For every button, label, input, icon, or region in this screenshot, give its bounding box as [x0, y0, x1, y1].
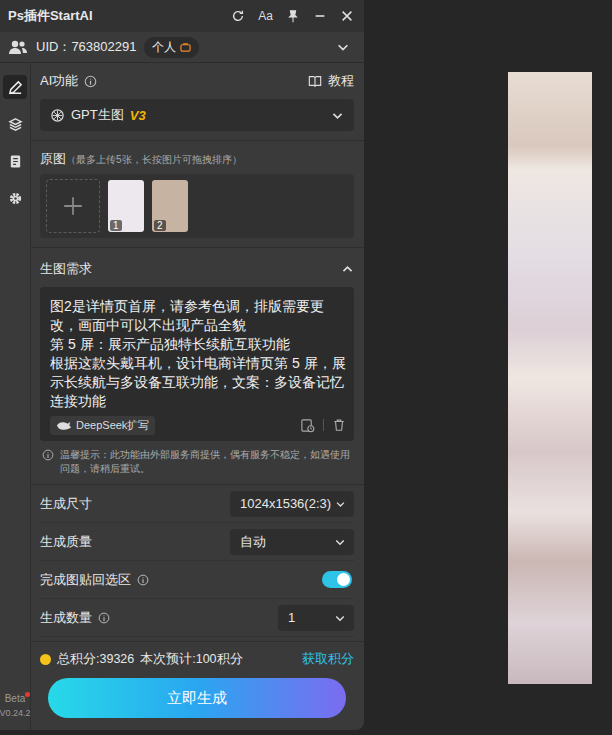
user-id: UID：763802291 — [36, 38, 136, 56]
setting-select[interactable]: 自动 — [230, 529, 354, 555]
sidebar-item[interactable] — [3, 149, 27, 173]
select-value: 1024x1536(2:3) — [240, 496, 331, 511]
info-icon — [42, 449, 54, 461]
coin-icon — [40, 654, 51, 665]
prompt-label: 生图需求 — [40, 260, 92, 278]
estimated-points: 本次预计:100积分 — [140, 651, 242, 668]
setting-row: 生成尺寸 1024x1536(2:3) — [40, 485, 354, 523]
pen-icon — [8, 80, 23, 95]
version-label: V0.24.2 — [0, 708, 31, 718]
pin-icon[interactable] — [286, 9, 300, 23]
setting-row: 完成图贴回选区 — [40, 561, 354, 599]
setting-row: 生成数量 1 — [40, 599, 354, 637]
setting-select[interactable]: 1024x1536(2:3) — [230, 491, 354, 517]
chevron-down-icon — [331, 109, 344, 122]
image-index: 1 — [110, 220, 122, 231]
notice-text: 温馨提示：此功能由外部服务商提供，偶有服务不稳定，如遇使用问题，请稍后重试。 — [60, 448, 354, 476]
font-size-button[interactable]: Aa — [258, 9, 273, 23]
prompt-toolbar: DeepSeek扩写 — [50, 413, 346, 437]
image-thumbnail[interactable]: 2 — [152, 180, 188, 232]
gear-icon — [8, 191, 23, 206]
plugin-panel: Ps插件StartAI Aa UID：763802291 个人 Beta V0.… — [0, 0, 364, 730]
canvas-area — [364, 0, 612, 735]
model-version: V3 — [130, 108, 146, 123]
users-icon — [8, 39, 28, 55]
setting-row: 生成质量 自动 — [40, 523, 354, 561]
document-icon — [8, 154, 23, 169]
generate-button[interactable]: 立即生成 — [48, 678, 346, 718]
refresh-icon[interactable] — [231, 9, 245, 23]
panel-body: Beta V0.24.2 AI功能 教程 GPT生图 V3 原图（最多上传5张，… — [0, 63, 364, 730]
window-title: Ps插件StartAI — [8, 7, 231, 25]
main-area: AI功能 教程 GPT生图 V3 原图（最多上传5张，长按图片可拖拽排序） 12… — [31, 63, 364, 730]
divider — [31, 140, 364, 141]
add-image-button[interactable] — [46, 179, 100, 233]
whale-icon — [56, 420, 72, 431]
beta-label: Beta — [5, 693, 26, 704]
trash-icon[interactable] — [332, 418, 346, 432]
chevron-down-icon[interactable] — [336, 40, 350, 54]
setting-select[interactable]: 1 — [278, 605, 354, 631]
sidebar-item[interactable] — [3, 75, 27, 99]
image-thumbnail[interactable]: 1 — [108, 180, 144, 232]
info-icon[interactable] — [137, 574, 149, 586]
sidebar: Beta V0.24.2 — [0, 63, 31, 730]
model-select[interactable]: GPT生图 V3 — [40, 99, 354, 131]
version-info: Beta V0.24.2 — [0, 693, 31, 730]
layers-icon — [8, 117, 23, 132]
divider — [31, 247, 364, 248]
window-controls: Aa — [231, 9, 354, 23]
get-points-link[interactable]: 获取积分 — [302, 650, 354, 668]
info-icon[interactable] — [98, 612, 110, 624]
model-name: GPT生图 — [71, 106, 124, 124]
footer: 总积分:39326 本次预计:100积分 获取积分 立即生成 — [31, 641, 364, 730]
history-icon[interactable] — [300, 418, 315, 433]
prompt-header[interactable]: 生图需求 — [40, 257, 354, 281]
plan-badge[interactable]: 个人 — [144, 37, 199, 58]
sidebar-item[interactable] — [3, 112, 27, 136]
select-value: 1 — [288, 610, 295, 625]
info-icon[interactable] — [84, 75, 97, 88]
chevron-up-icon — [341, 263, 354, 276]
title-bar: Ps插件StartAI Aa — [0, 0, 364, 32]
plan-icon — [180, 42, 191, 53]
prompt-input[interactable]: 图2是详情页首屏，请参考色调，排版需要更改，画面中可以不出现产品全貌 第 5 屏… — [40, 287, 354, 441]
toggle-switch[interactable] — [322, 571, 352, 588]
ai-icon — [50, 108, 65, 123]
update-dot — [25, 692, 30, 697]
prompt-text: 图2是详情页首屏，请参考色调，排版需要更改，画面中可以不出现产品全貌 第 5 屏… — [50, 297, 346, 411]
sidebar-item[interactable] — [3, 186, 27, 210]
notice: 温馨提示：此功能由外部服务商提供，偶有服务不稳定，如遇使用问题，请稍后重试。 — [31, 441, 364, 485]
deepseek-expand-button[interactable]: DeepSeek扩写 — [50, 416, 155, 435]
ai-function-label: AI功能 — [40, 72, 78, 90]
source-images-label: 原图（最多上传5张，长按图片可拖拽排序） — [40, 150, 354, 168]
setting-label: 完成图贴回选区 — [40, 571, 131, 589]
design-preview — [508, 72, 592, 684]
book-icon — [308, 74, 322, 88]
tutorial-link[interactable]: 教程 — [328, 72, 354, 90]
chevron-down-icon — [335, 498, 346, 510]
plus-icon — [62, 195, 84, 217]
select-value: 自动 — [240, 533, 266, 551]
chevron-down-icon — [334, 536, 346, 548]
setting-label: 生成数量 — [40, 609, 92, 627]
points-row: 总积分:39326 本次预计:100积分 获取积分 — [40, 648, 354, 670]
setting-label: 生成尺寸 — [40, 495, 92, 513]
chevron-down-icon — [334, 612, 346, 624]
minimize-icon[interactable] — [313, 9, 327, 23]
toggle-knob — [337, 573, 350, 586]
image-index: 2 — [154, 220, 166, 231]
ai-function-header: AI功能 教程 — [40, 69, 354, 93]
close-icon[interactable] — [340, 9, 354, 23]
setting-label: 生成质量 — [40, 533, 92, 551]
content: AI功能 教程 GPT生图 V3 原图（最多上传5张，长按图片可拖拽排序） 12… — [31, 63, 364, 641]
total-points: 总积分:39326 — [57, 651, 134, 668]
screen: Ps插件StartAI Aa UID：763802291 个人 Beta V0.… — [0, 0, 612, 735]
upload-area: 12 — [40, 174, 354, 238]
user-bar: UID：763802291 个人 — [0, 32, 364, 63]
